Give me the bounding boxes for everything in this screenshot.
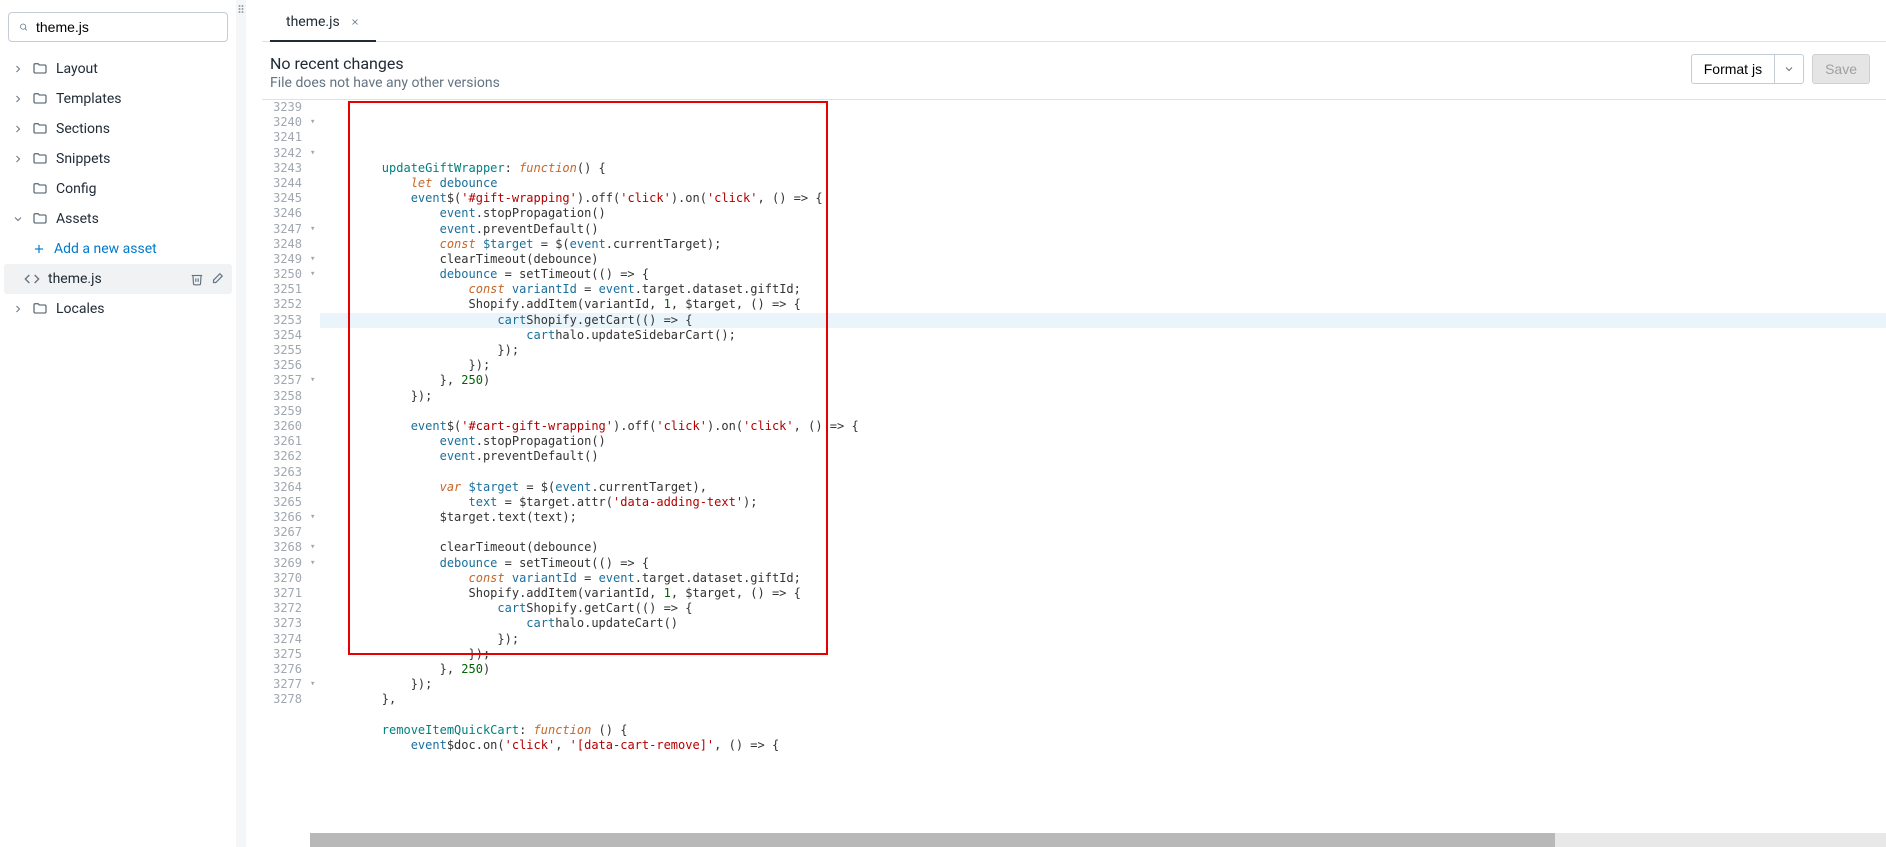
code-file-icon [24, 271, 40, 287]
folder-icon [32, 301, 48, 317]
folder-icon [32, 181, 48, 197]
sidebar: Layout Templates Sections Snippets Confi… [0, 0, 236, 847]
sidebar-label: Snippets [56, 151, 224, 167]
search-icon [19, 20, 28, 34]
format-dropdown-button[interactable] [1774, 54, 1804, 84]
add-asset-link[interactable]: Add a new asset [4, 234, 232, 264]
tab-label: theme.js [286, 14, 340, 30]
folder-icon [32, 211, 48, 227]
fold-gutter: ▾▾▾▾▾▾▾▾▾▾ [310, 100, 320, 833]
main-panel: theme.js No recent changes File does not… [246, 0, 1886, 847]
tab-theme-js[interactable]: theme.js [270, 6, 376, 42]
chevron-right-icon [12, 63, 24, 75]
close-icon[interactable] [350, 17, 360, 27]
folder-icon [32, 121, 48, 137]
sidebar-label: Sections [56, 121, 224, 137]
sidebar-item-config[interactable]: Config [4, 174, 232, 204]
chevron-right-icon [12, 303, 24, 315]
folder-icon [32, 61, 48, 77]
add-asset-label: Add a new asset [54, 241, 157, 257]
sidebar-item-locales[interactable]: Locales [4, 294, 232, 324]
chevron-right-icon [12, 93, 24, 105]
chevron-right-icon [12, 123, 24, 135]
sidebar-label: Assets [56, 211, 224, 227]
sidebar-item-sections[interactable]: Sections [4, 114, 232, 144]
editor-header: No recent changes File does not have any… [262, 42, 1886, 100]
sidebar-label: Templates [56, 91, 224, 107]
search-input[interactable] [36, 19, 217, 35]
line-number-gutter: 3239324032413242324332443245324632473248… [262, 100, 310, 833]
edit-icon[interactable] [210, 272, 224, 286]
folder-icon [32, 151, 48, 167]
chevron-down-icon [12, 213, 24, 225]
header-subtitle: File does not have any other versions [270, 75, 500, 91]
resize-divider[interactable] [236, 0, 246, 847]
sidebar-item-snippets[interactable]: Snippets [4, 144, 232, 174]
search-box[interactable] [8, 12, 228, 42]
trash-icon[interactable] [190, 272, 204, 286]
sidebar-label: theme.js [48, 271, 182, 287]
header-title: No recent changes [270, 54, 500, 73]
sidebar-item-templates[interactable]: Templates [4, 84, 232, 114]
sidebar-label: Layout [56, 61, 224, 77]
code-editor[interactable]: 3239324032413242324332443245324632473248… [262, 100, 1886, 833]
chevron-right-icon [12, 153, 24, 165]
save-button: Save [1812, 54, 1870, 84]
sidebar-label: Locales [56, 301, 224, 317]
sidebar-item-assets[interactable]: Assets [4, 204, 232, 234]
plus-icon [32, 242, 46, 256]
folder-icon [32, 91, 48, 107]
chevron-down-icon [1783, 63, 1795, 75]
sidebar-label: Config [56, 181, 224, 197]
sidebar-item-layout[interactable]: Layout [4, 54, 232, 84]
format-button[interactable]: Format js [1691, 54, 1774, 84]
scrollbar-thumb[interactable] [310, 833, 1555, 847]
drag-handle-icon [238, 4, 244, 14]
sidebar-item-theme-js[interactable]: theme.js [4, 264, 232, 294]
code-area[interactable]: updateGiftWrapper: function() { let debo… [320, 100, 1886, 833]
horizontal-scrollbar[interactable] [310, 833, 1886, 847]
tab-bar: theme.js [262, 6, 1886, 42]
